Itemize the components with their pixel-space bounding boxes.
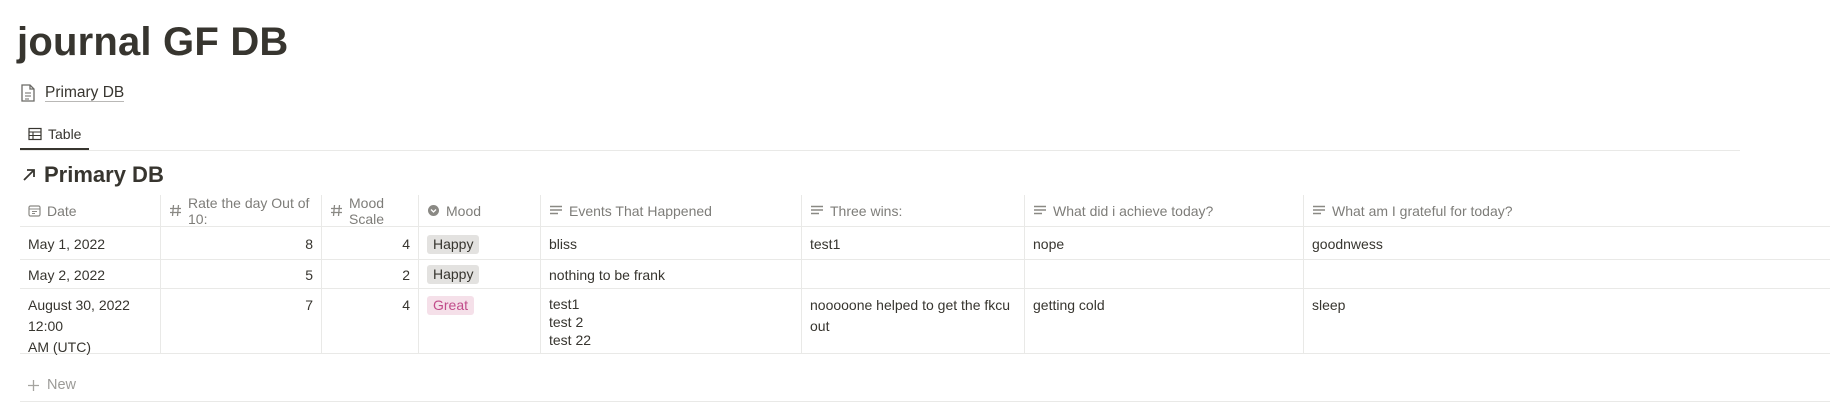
date-cell[interactable]: May 2, 2022	[20, 260, 160, 288]
plus-icon	[28, 379, 39, 391]
new-row-button[interactable]: New	[20, 369, 1830, 402]
arrow-up-right-icon	[22, 168, 36, 182]
mood-cell[interactable]: Happy	[418, 227, 540, 259]
date-cell[interactable]: August 30, 2022 12:00 AM (UTC)	[20, 289, 160, 355]
column-header-label: Mood	[446, 202, 482, 219]
column-header-date[interactable]: Date	[20, 195, 160, 226]
wins-cell[interactable]: nooooone helped to get the fkcu out	[801, 289, 1024, 353]
achieve-cell[interactable]: nope	[1024, 227, 1303, 259]
mood-scale-cell[interactable]: 4	[321, 289, 418, 353]
column-header-label: Mood Scale	[349, 194, 385, 227]
rate-cell[interactable]: 8	[160, 227, 321, 259]
mood-tag: Happy	[427, 235, 480, 254]
database-title-text: Primary DB	[44, 162, 164, 187]
calendar-icon	[28, 204, 41, 217]
column-header-grateful[interactable]: What am I grateful for today?	[1303, 195, 1830, 226]
grateful-cell[interactable]	[1303, 260, 1830, 288]
column-header-label: Events That Happened	[569, 202, 712, 219]
text-icon	[1033, 205, 1047, 217]
database-title[interactable]: Primary DB	[22, 162, 164, 188]
rate-cell[interactable]: 7	[160, 289, 321, 353]
grateful-cell[interactable]: sleep	[1303, 289, 1830, 353]
events-cell[interactable]: bliss	[540, 227, 801, 259]
hash-icon	[169, 204, 182, 217]
column-header-mood-scale[interactable]: Mood Scale	[321, 194, 418, 227]
column-header-label: What am I grateful for today?	[1332, 202, 1513, 219]
achieve-cell[interactable]: getting cold	[1024, 289, 1303, 353]
table-row[interactable]: August 30, 2022 12:00 AM (UTC) 7 4 Great…	[20, 289, 1830, 355]
wins-cell[interactable]	[801, 260, 1024, 288]
database-table: Date Rate the day Out of 10: Mood Scale …	[20, 195, 1830, 355]
events-cell[interactable]: nothing to be frank	[540, 260, 801, 288]
column-header-three-wins[interactable]: Three wins:	[801, 195, 1024, 226]
column-header-rate[interactable]: Rate the day Out of 10:	[160, 194, 321, 227]
text-icon	[1312, 205, 1326, 217]
column-header-label: Date	[47, 202, 77, 219]
select-icon	[427, 204, 440, 217]
mood-cell[interactable]: Happy	[418, 260, 540, 288]
mood-tag: Great	[427, 296, 475, 315]
page-icon	[20, 84, 36, 102]
table-row[interactable]: May 1, 2022 8 4 Happy bliss test1 nope g…	[20, 227, 1830, 260]
text-icon	[810, 205, 824, 217]
grateful-cell[interactable]: goodnwess	[1303, 227, 1830, 259]
table-header: Date Rate the day Out of 10: Mood Scale …	[20, 195, 1830, 227]
column-header-mood[interactable]: Mood	[418, 195, 540, 226]
column-header-label: Rate the day Out of 10:	[188, 194, 310, 227]
table-row[interactable]: May 2, 2022 5 2 Happy nothing to be fran…	[20, 260, 1830, 289]
page-title: journal GF DB	[17, 20, 289, 64]
column-header-events[interactable]: Events That Happened	[540, 195, 801, 226]
column-header-label: What did i achieve today?	[1053, 202, 1214, 219]
tab-table[interactable]: Table	[20, 119, 90, 150]
achieve-cell[interactable]	[1024, 260, 1303, 288]
wins-cell[interactable]: test1	[801, 227, 1024, 259]
mood-scale-cell[interactable]: 4	[321, 227, 418, 259]
linked-page-link[interactable]: Primary DB	[20, 84, 125, 103]
date-cell[interactable]: May 1, 2022	[20, 227, 160, 259]
hash-icon	[330, 204, 343, 217]
view-tabs: Table	[20, 119, 1740, 151]
column-header-label: Three wins:	[830, 202, 903, 219]
new-row-label: New	[47, 377, 77, 393]
tab-label: Table	[48, 125, 82, 142]
events-cell[interactable]: test1 test 2 test 22	[540, 289, 801, 353]
mood-tag: Happy	[427, 265, 480, 284]
mood-cell[interactable]: Great	[418, 289, 540, 353]
linked-page-label: Primary DB	[45, 84, 125, 103]
text-icon	[549, 205, 563, 217]
rate-cell[interactable]: 5	[160, 260, 321, 288]
table-icon	[28, 127, 42, 141]
mood-scale-cell[interactable]: 2	[321, 260, 418, 288]
column-header-achieve[interactable]: What did i achieve today?	[1024, 195, 1303, 226]
